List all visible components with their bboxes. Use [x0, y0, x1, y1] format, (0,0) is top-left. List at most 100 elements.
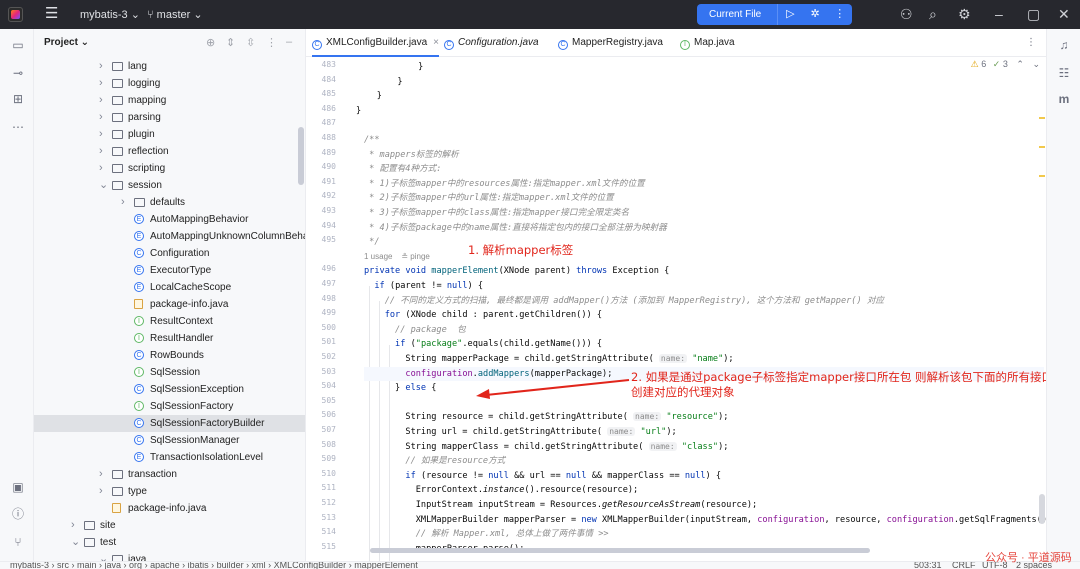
close-tab-icon[interactable]: ×: [433, 37, 439, 48]
code-content[interactable]: } } }} /** * mappers标签的解析 * 配置有4种方式: * 1)…: [356, 57, 1046, 561]
branch-switcher[interactable]: ⑂ master ⌄: [147, 8, 203, 21]
breadcrumb-item[interactable]: ibatis: [188, 562, 209, 569]
code-line[interactable]: 1 usage ≗ pinge: [364, 250, 430, 264]
project-tool-icon[interactable]: ▭: [10, 37, 26, 53]
tree-item[interactable]: C Configuration: [34, 245, 305, 262]
tree-item[interactable]: C RowBounds: [34, 347, 305, 364]
tree-item[interactable]: E AutoMappingBehavior: [34, 211, 305, 228]
code-line[interactable]: String mapperPackage = child.getStringAt…: [364, 352, 734, 366]
add-user-icon[interactable]: ⚇: [900, 6, 913, 23]
chevron-right-icon[interactable]: ›: [71, 517, 75, 534]
debug-icon[interactable]: ✲: [803, 4, 828, 25]
code-line[interactable]: * 配置有4种方式:: [364, 162, 441, 176]
code-line[interactable]: String mapperClass = child.getStringAttr…: [364, 440, 728, 454]
database-icon[interactable]: ☷: [1056, 65, 1072, 81]
close-icon[interactable]: ✕: [1058, 6, 1070, 23]
tree-folder[interactable]: › logging: [34, 75, 305, 92]
app-logo-icon[interactable]: [8, 7, 23, 22]
code-line[interactable]: if (parent != null) {: [364, 279, 483, 293]
code-line[interactable]: // 不同的定义方式的扫描, 最终都是调用 addMapper()方法 (添加到…: [364, 294, 884, 308]
chevron-right-icon[interactable]: ›: [99, 109, 103, 126]
maximize-icon[interactable]: ▢: [1027, 6, 1040, 23]
chevron-down-icon[interactable]: ⌄: [99, 551, 108, 561]
maven-icon[interactable]: m: [1056, 91, 1072, 107]
code-line[interactable]: // 如果是resource方式: [364, 454, 505, 468]
code-line[interactable]: * 4)子标签package中的name属性:直接将指定包内的接口全部注册为映射…: [364, 221, 667, 235]
code-line[interactable]: if (resource != null && url == null && m…: [364, 469, 721, 483]
chevron-right-icon[interactable]: ›: [121, 194, 125, 211]
search-icon[interactable]: ⌕: [929, 6, 937, 23]
chevron-down-icon[interactable]: ⌄: [71, 534, 80, 551]
tree-item[interactable]: E AutoMappingUnknownColumnBehavior: [34, 228, 305, 245]
code-line[interactable]: }: [356, 60, 423, 74]
code-line[interactable]: }: [356, 75, 402, 89]
code-line[interactable]: }: [356, 89, 382, 103]
usage-count[interactable]: 1 usage: [364, 252, 392, 261]
chevron-down-icon[interactable]: ⌄: [99, 177, 108, 194]
tree-folder[interactable]: › defaults: [34, 194, 305, 211]
tree-folder[interactable]: ⌄ java: [34, 551, 305, 561]
tree-item[interactable]: C SqlSessionException: [34, 381, 305, 398]
breadcrumb[interactable]: mybatis-3 › src › main › java › org › ap…: [10, 562, 418, 569]
code-line[interactable]: }: [356, 104, 361, 118]
tree-item[interactable]: package-info.java: [34, 500, 305, 517]
breadcrumb-item[interactable]: mapperElement: [354, 562, 418, 569]
tree-folder[interactable]: › transaction: [34, 466, 305, 483]
terminal-tool-icon[interactable]: ▣: [10, 479, 26, 495]
tree-item[interactable]: C SqlSessionFactoryBuilder: [34, 415, 305, 432]
more-actions-icon[interactable]: ⋮: [827, 4, 852, 25]
chevron-right-icon[interactable]: ›: [99, 75, 103, 92]
commit-tool-icon[interactable]: ⊸: [10, 65, 26, 81]
code-line[interactable]: * 1)子标签mapper中的resources属性:指定mapper.xml文…: [364, 177, 645, 191]
tab-configuration[interactable]: C Configuration.java: [444, 29, 539, 57]
tab-mapperregistry[interactable]: C MapperRegistry.java: [558, 29, 663, 57]
code-line[interactable]: if ("package".equals(child.getName())) {: [364, 337, 602, 351]
code-line[interactable]: XMLMapperBuilder mapperParser = new XMLM…: [364, 513, 1046, 527]
tab-xmlconfigbuilder[interactable]: C XMLConfigBuilder.java ×: [312, 29, 440, 57]
breadcrumb-item[interactable]: apache: [150, 562, 180, 569]
breadcrumb-item[interactable]: src: [57, 562, 69, 569]
code-line[interactable]: ErrorContext.instance().resource(resourc…: [364, 483, 639, 497]
tree-item[interactable]: I SqlSession: [34, 364, 305, 381]
code-line[interactable]: // package 包: [364, 323, 466, 337]
tree-folder[interactable]: ⌄ test: [34, 534, 305, 551]
tree-item[interactable]: C SqlSessionManager: [34, 432, 305, 449]
code-line[interactable]: String resource = child.getStringAttribu…: [364, 410, 728, 424]
tree-item[interactable]: E TransactionIsolationLevel: [34, 449, 305, 466]
code-line[interactable]: } else {: [364, 381, 436, 395]
run-configuration-selector[interactable]: Current File ⌄: [697, 4, 779, 41]
collapse-all-icon[interactable]: ⇳: [246, 36, 255, 49]
breadcrumb-item[interactable]: xml: [252, 562, 266, 569]
locate-icon[interactable]: ⊕: [206, 36, 215, 49]
code-line[interactable]: /**: [364, 133, 380, 147]
tree-item[interactable]: I ResultContext: [34, 313, 305, 330]
chevron-right-icon[interactable]: ›: [99, 483, 103, 500]
tree-item[interactable]: package-info.java: [34, 296, 305, 313]
previous-highlight-icon[interactable]: ⌃: [1016, 59, 1024, 69]
problems-tool-icon[interactable]: ⓘ: [10, 506, 26, 522]
code-line[interactable]: private void mapperElement(XNode parent)…: [364, 264, 669, 278]
line-ending[interactable]: CRLF: [952, 562, 976, 569]
tree-folder[interactable]: › lang: [34, 58, 305, 75]
tree-folder[interactable]: › type: [34, 483, 305, 500]
tree-folder[interactable]: › scripting: [34, 160, 305, 177]
breadcrumb-item[interactable]: mybatis-3: [10, 562, 49, 569]
cursor-position[interactable]: 503:31: [914, 562, 942, 569]
tree-folder[interactable]: › plugin: [34, 126, 305, 143]
breadcrumb-item[interactable]: builder: [217, 562, 244, 569]
tree-item[interactable]: E LocalCacheScope: [34, 279, 305, 296]
tree-folder[interactable]: › reflection: [34, 143, 305, 160]
tab-options-icon[interactable]: ⋮: [1026, 29, 1036, 57]
code-line[interactable]: for (XNode child : parent.getChildren())…: [364, 308, 602, 322]
inspection-widget[interactable]: ⚠ 6 ✓ 3 ⌃ ⌄: [971, 59, 1040, 70]
tab-map[interactable]: I Map.java: [680, 29, 735, 57]
run-icon[interactable]: ▷: [778, 4, 803, 25]
main-menu-icon[interactable]: ☰: [45, 6, 58, 21]
more-tools-icon[interactable]: ⋯: [10, 119, 26, 135]
project-switcher[interactable]: mybatis-3 ⌄: [80, 8, 140, 21]
chevron-right-icon[interactable]: ›: [99, 160, 103, 177]
chevron-right-icon[interactable]: ›: [99, 466, 103, 483]
git-tool-icon[interactable]: ⑂: [10, 534, 26, 550]
code-line[interactable]: // 解析 Mapper.xml, 总体上做了两件事情 >>: [364, 527, 609, 541]
project-panel-title[interactable]: Project ⌄: [44, 37, 89, 48]
